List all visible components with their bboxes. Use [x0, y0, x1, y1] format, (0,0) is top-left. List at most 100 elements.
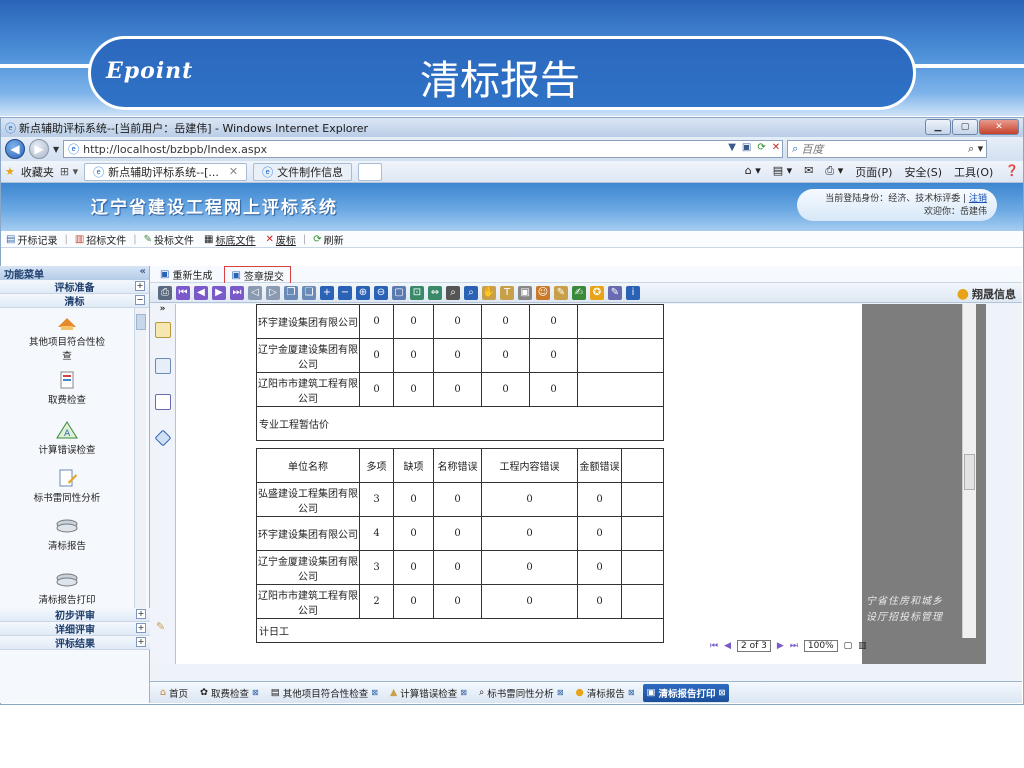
expand-pane-icon[interactable]: » — [150, 304, 175, 314]
page-number-field[interactable]: 2 of 3 — [737, 640, 771, 652]
expand-icon[interactable]: + — [136, 609, 146, 619]
sidebar-scroll-thumb[interactable] — [136, 314, 146, 330]
minimize-button[interactable]: ▁ — [925, 119, 951, 135]
prev-page-icon[interactable]: ◀ — [724, 641, 731, 651]
close-button[interactable]: ✕ — [979, 119, 1019, 135]
back-button[interactable]: ◀ — [5, 139, 25, 159]
print-icon[interactable]: ⎙ ▾ — [825, 164, 843, 180]
magnifier-icon[interactable]: ⌕ — [464, 285, 478, 300]
prev-page-icon[interactable]: ◀ — [194, 285, 208, 300]
user-icon[interactable]: ☺ — [536, 285, 550, 300]
sidebar-item-clear-report[interactable]: 清标报告 — [0, 516, 134, 552]
tab-clear-report[interactable]: ● 清标报告 ⊠ — [572, 684, 639, 702]
search-box[interactable]: ⌕ 百度 ⌕ ▾ — [787, 140, 988, 158]
back-icon[interactable]: ◁ — [248, 285, 262, 300]
logout-link[interactable]: 注销 — [969, 194, 987, 204]
seal-icon[interactable]: ✪ — [590, 285, 604, 300]
plus-icon[interactable]: ⊕ — [356, 285, 370, 300]
tools-menu[interactable]: 工具(O) — [954, 164, 993, 180]
pages-icon[interactable] — [154, 322, 171, 338]
feeds-icon[interactable]: ▤ ▾ — [773, 164, 792, 180]
address-dropdown-icon[interactable]: ▼ — [728, 142, 736, 153]
tab-close-icon[interactable]: ✕ — [229, 165, 238, 178]
sidebar-item-clear-report-print[interactable]: 清标报告打印 — [0, 570, 134, 606]
page-menu[interactable]: 页面(P) — [855, 164, 892, 180]
sidebar-item-fee-check[interactable]: 取费检查 — [0, 370, 134, 406]
sign-icon[interactable]: ✍ — [572, 285, 586, 300]
sidebar-section-detailed[interactable]: 详细评审 + — [0, 622, 150, 636]
browser-tab-active[interactable]: ⓔ 新点辅助评标系统--[... ✕ — [84, 162, 248, 181]
address-bar[interactable]: ⓔ http://localhost/bzbpb/Index.aspx ▼ ▣ … — [63, 140, 784, 158]
menu-bid-file[interactable]: ✎ 投标文件 — [141, 232, 197, 247]
safety-menu[interactable]: 安全(S) — [904, 164, 942, 180]
pen-tool-icon[interactable]: ✎ — [156, 620, 165, 633]
stop-icon[interactable]: ✕ — [772, 142, 780, 153]
regenerate-button[interactable]: ▣ 重新生成 — [156, 267, 216, 282]
annotations-icon[interactable] — [154, 394, 171, 410]
browser-tab-2[interactable]: ⓔ 文件制作信息 — [253, 162, 353, 181]
pencil-icon[interactable]: ✎ — [554, 285, 568, 300]
expand-icon[interactable]: + — [136, 623, 146, 633]
report-scroll-thumb[interactable] — [964, 454, 975, 490]
expand-icon[interactable]: + — [135, 281, 145, 291]
info-icon[interactable]: i — [626, 285, 640, 300]
tab-close-icon[interactable]: ⊠ — [371, 688, 378, 697]
next-page-icon[interactable]: ▶ — [212, 285, 226, 300]
help-icon[interactable]: ❓ — [1005, 164, 1019, 180]
sidebar-section-prelim[interactable]: 初步评审 + — [0, 608, 150, 622]
new-tab-button[interactable] — [358, 162, 383, 181]
quick-tabs-icon[interactable]: ⊞ ▾ — [60, 165, 78, 178]
sidebar-section-prep[interactable]: 评标准备 + — [0, 280, 149, 294]
maximize-button[interactable]: ▢ — [952, 119, 978, 135]
tab-calc-error[interactable]: ▲ 计算错误检查 ⊠ — [386, 684, 471, 702]
expand-icon[interactable]: + — [136, 637, 146, 647]
find-icon[interactable]: ⌕ — [446, 285, 460, 300]
paste-icon[interactable]: ❏ — [302, 285, 316, 300]
hand-icon[interactable]: ✋ — [482, 285, 496, 300]
nav-dropdown-icon[interactable]: ▼ — [53, 145, 59, 154]
tab-clear-report-print[interactable]: ▣ 清标报告打印 ⊠ — [642, 683, 730, 702]
menu-open-record[interactable]: ▤ 开标记录 — [3, 232, 60, 247]
tab-close-icon[interactable]: ⊠ — [719, 688, 726, 697]
sidebar-item-similarity[interactable]: 标书雷同性分析 — [0, 468, 134, 504]
tab-other-check[interactable]: ▤ 其他项目符合性检查 ⊠ — [267, 684, 382, 702]
tab-similarity[interactable]: ⌕ 标书雷同性分析 ⊠ — [475, 684, 568, 702]
collapse-sidebar-icon[interactable]: « — [140, 266, 146, 277]
fit-width-icon[interactable]: ⇔ — [428, 285, 442, 300]
tab-home[interactable]: ⌂ 首页 — [156, 684, 192, 702]
tab-close-icon[interactable]: ⊠ — [628, 688, 635, 697]
sign-submit-button[interactable]: ▣ 签章提交 — [224, 265, 291, 285]
tab-close-icon[interactable]: ⊠ — [252, 688, 259, 697]
menu-base-file[interactable]: ▦ 标底文件 — [201, 232, 258, 247]
menu-refresh[interactable]: ⟳ 刷新 — [310, 232, 346, 247]
print-icon[interactable]: ⎙ — [158, 285, 172, 300]
sidebar-section-result[interactable]: 评标结果 + — [0, 636, 150, 650]
layers-icon[interactable] — [154, 429, 171, 447]
text-select-icon[interactable]: T — [500, 285, 514, 300]
refresh-icon[interactable]: ⟳ — [757, 142, 765, 153]
note-icon[interactable]: ✎ — [608, 285, 622, 300]
first-page-icon[interactable]: ⏮ — [710, 641, 718, 651]
sidebar-item-other-check[interactable]: 其他项目符合性检查 — [0, 312, 134, 362]
mail-icon[interactable]: ✉ — [804, 164, 813, 180]
last-page-icon[interactable]: ⏭ — [790, 641, 798, 651]
sidebar-item-calc-error[interactable]: A 计算错误检查 — [0, 420, 134, 456]
home-icon[interactable]: ⌂ ▾ — [745, 164, 761, 180]
zoom-out-icon[interactable]: − — [338, 285, 352, 300]
forward-button[interactable]: ▶ — [29, 139, 49, 159]
search-go-icon[interactable]: ⌕ ▾ — [968, 142, 983, 156]
forward-icon[interactable]: ▷ — [266, 285, 280, 300]
tab-close-icon[interactable]: ⊠ — [557, 688, 564, 697]
fit-page-icon[interactable]: ⊡ — [410, 285, 424, 300]
zoom-in-icon[interactable]: + — [320, 285, 334, 300]
tab-close-icon[interactable]: ⊠ — [460, 688, 467, 697]
menu-void-bid[interactable]: ✕ 废标 — [263, 232, 299, 247]
sidebar-scrollbar[interactable] — [134, 308, 146, 608]
collapse-icon[interactable]: − — [135, 295, 145, 305]
zoom-select[interactable]: 100% — [803, 640, 838, 652]
two-page-icon[interactable]: ▥ — [858, 641, 867, 651]
sidebar-section-clear[interactable]: 清标 − — [0, 294, 149, 308]
report-scrollbar[interactable] — [962, 304, 976, 638]
copy-icon[interactable]: ❐ — [284, 285, 298, 300]
snapshot-icon[interactable]: ▣ — [518, 285, 532, 300]
